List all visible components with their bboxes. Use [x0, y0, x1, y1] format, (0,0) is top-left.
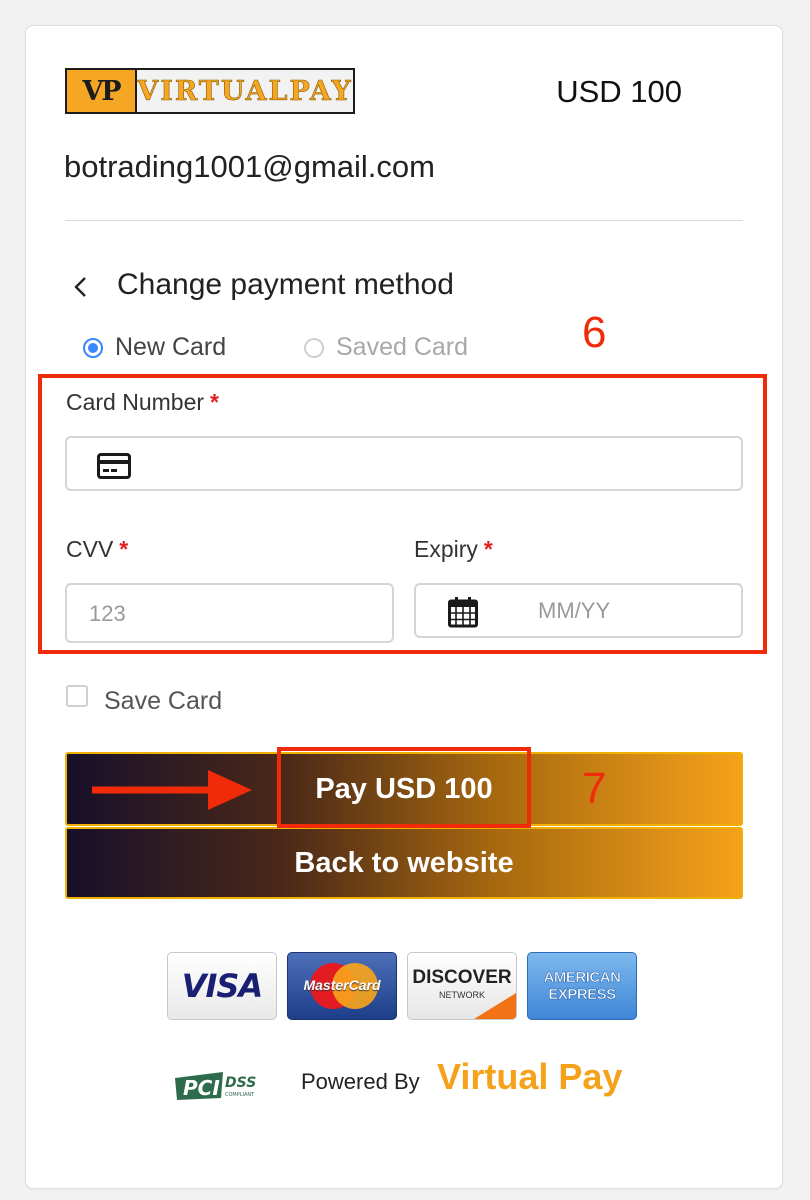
change-payment-method-title[interactable]: Change payment method	[117, 268, 454, 302]
back-to-website-label: Back to website	[294, 846, 514, 879]
visa-logo-text: VISA	[181, 967, 263, 1005]
powered-by-label: Powered By	[301, 1069, 420, 1094]
radio-new-card-label: New Card	[115, 333, 227, 361]
cvv-label: CVV *	[66, 536, 128, 563]
virtual-pay-brand: Virtual Pay	[437, 1056, 623, 1097]
save-card-checkbox[interactable]	[66, 685, 88, 707]
header-divider	[65, 220, 743, 221]
discover-network-text: NETWORK	[439, 990, 485, 1000]
card-number-label-text: Card Number	[66, 389, 205, 415]
expiry-input[interactable]: MM/YY	[414, 583, 743, 638]
radio-selected-icon[interactable]	[83, 337, 103, 358]
step-annotation-7: 7	[582, 764, 607, 813]
cvv-label-text: CVV	[66, 536, 114, 562]
required-mark: *	[210, 389, 219, 415]
amex-line1: AMERICAN	[543, 969, 621, 987]
required-mark: *	[483, 536, 493, 562]
discover-logo: DISCOVER NETWORK	[407, 952, 517, 1020]
pci-dss-logo: PCI DSS COMPLIANT	[173, 1068, 278, 1102]
card-number-label: Card Number *	[66, 389, 219, 416]
required-mark: *	[119, 536, 129, 562]
customer-email: botrading1001@gmail.com	[64, 149, 435, 184]
payment-card: VP VIRTUALPAY USD 100 botrading1001@gmai…	[25, 25, 783, 1189]
amex-line2: EXPRESS	[548, 986, 616, 1004]
visa-logo: VISA	[167, 952, 277, 1020]
amex-logo: AMERICAN EXPRESS	[527, 952, 637, 1020]
expiry-label: Expiry *	[414, 536, 493, 563]
radio-saved-card-label: Saved Card	[336, 333, 469, 361]
expiry-placeholder: MM/YY	[538, 598, 611, 623]
pci-text: PCI	[183, 1076, 220, 1100]
cvv-input[interactable]: 123	[65, 583, 394, 643]
expiry-label-text: Expiry	[414, 536, 478, 562]
mastercard-logo-text: MasterCard	[303, 977, 381, 993]
cvv-placeholder: 123	[89, 601, 126, 626]
step-annotation-6: 6	[582, 308, 607, 357]
pay-button-highlight	[277, 747, 531, 828]
compliant-text: COMPLIANT	[225, 1092, 255, 1098]
discover-logo-text: DISCOVER	[412, 967, 512, 988]
back-to-website-button[interactable]: Back to website	[65, 827, 743, 899]
logo-text: VIRTUALPAY	[137, 75, 353, 107]
email-display: botrading1001@gmail.com	[64, 144, 564, 188]
save-card-label: Save Card	[104, 687, 223, 715]
logo-mark: VP	[67, 70, 135, 112]
mastercard-logo: MasterCard	[287, 952, 397, 1020]
radio-saved-card[interactable]: Saved Card	[304, 333, 468, 362]
card-number-input[interactable]	[65, 436, 743, 491]
credit-card-icon	[97, 453, 131, 484]
dss-text: DSS	[225, 1075, 256, 1091]
radio-new-card[interactable]: New Card	[83, 333, 226, 362]
arrow-right-icon	[90, 768, 260, 821]
calendar-icon	[448, 596, 478, 633]
virtualpay-logo: VP VIRTUALPAY	[65, 68, 355, 114]
chevron-left-icon[interactable]	[72, 274, 90, 307]
radio-unselected-icon[interactable]	[304, 337, 324, 358]
payment-amount: USD 100	[556, 74, 682, 109]
